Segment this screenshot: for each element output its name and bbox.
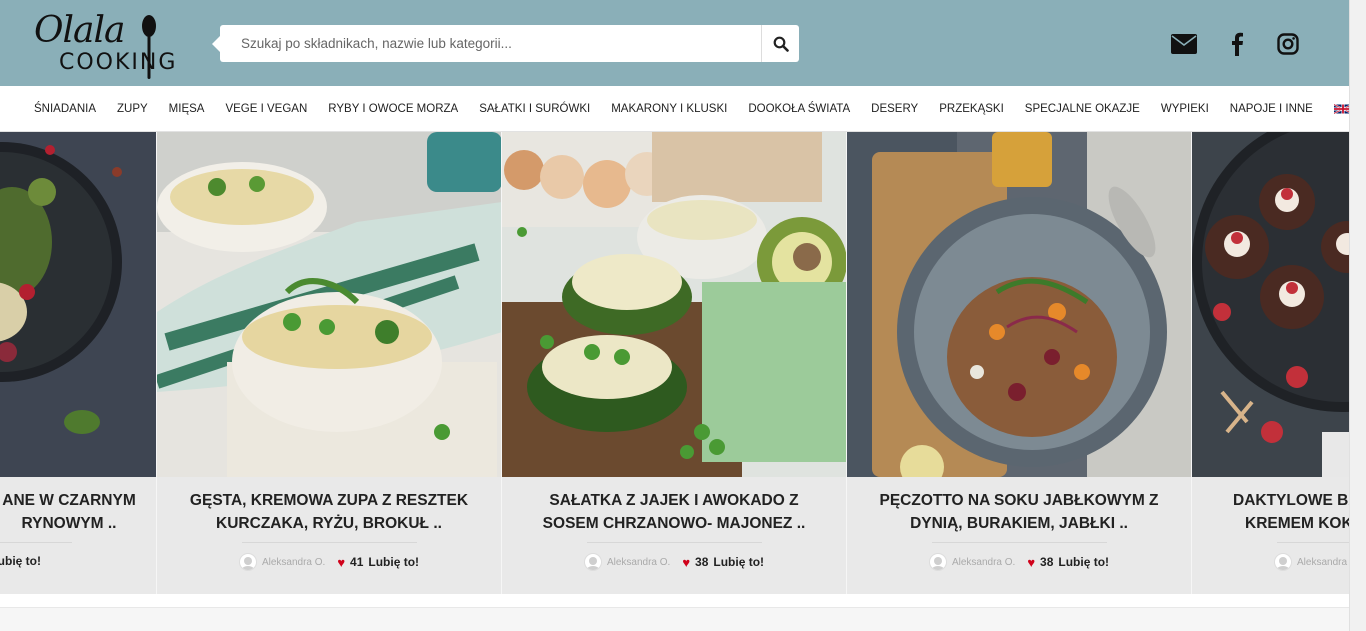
avatar <box>928 553 947 571</box>
recipe-title-line-1: SAŁATKA Z JAJEK I AWOKADO Z <box>549 492 799 509</box>
recipe-card[interactable]: ANE W CZARNYM RYNOWYM .. ♥ 42 Lubię to! <box>0 132 157 594</box>
heart-icon: ♥ <box>682 554 691 570</box>
nav-item-salatki[interactable]: SAŁATKI I SURÓWKI <box>479 103 590 115</box>
recipe-meta: Aleksandra O. <box>1192 553 1349 571</box>
nav-item-makarony[interactable]: MAKARONY I KLUSKI <box>611 103 727 115</box>
recipe-title-line-2: KREMEM KOK <box>1245 515 1349 532</box>
like-button[interactable]: ♥ 38 Lubię to! <box>682 555 764 570</box>
facebook-link[interactable] <box>1223 30 1251 58</box>
author-name: Aleksandra O. <box>1297 556 1349 568</box>
author[interactable]: Aleksandra O. <box>1274 553 1349 571</box>
author[interactable]: Aleksandra O. <box>928 553 1016 571</box>
divider <box>587 542 762 543</box>
nav-item-specjalne-okazje[interactable]: SPECJALNE OKAZJE <box>1025 103 1140 115</box>
recipe-title-line-2: SOSEM CHRZANOWO- MAJONEZ .. <box>542 515 806 532</box>
like-count: 38 <box>695 555 709 569</box>
nav-item-wypieki[interactable]: WYPIEKI <box>1161 103 1209 115</box>
divider <box>1277 542 1349 543</box>
recipe-image[interactable] <box>1192 132 1349 477</box>
author[interactable]: Aleksandra O. <box>238 553 326 571</box>
recipe-meta: Aleksandra O. ♥ 41 Lubię to! <box>157 553 501 571</box>
author-name: Aleksandra O. <box>951 556 1016 568</box>
recipe-title[interactable]: GĘSTA, KREMOWA ZUPA Z RESZTEK KURCZAKA, … <box>167 489 491 535</box>
nav-item-dookola-swiata[interactable]: DOOKOŁA ŚWIATA <box>748 103 850 115</box>
divider <box>0 542 72 543</box>
like-count: 41 <box>350 555 364 569</box>
page-footer-strip <box>0 594 1349 608</box>
recipe-title[interactable]: ANE W CZARNYM RYNOWYM .. <box>0 489 146 535</box>
recipe-carousel: ANE W CZARNYM RYNOWYM .. ♥ 42 Lubię to! <box>0 132 1349 594</box>
divider <box>932 542 1107 543</box>
author-name: Aleksandra O. <box>261 556 326 568</box>
like-label: Lubię to! <box>368 555 420 569</box>
search-bar <box>212 25 799 62</box>
recipe-title-line-1: DAKTYLOWE BA <box>1233 492 1349 509</box>
recipe-image[interactable] <box>502 132 846 477</box>
nav-item-zupy[interactable]: ZUPY <box>117 103 148 115</box>
search-input[interactable] <box>220 25 760 62</box>
search-icon <box>773 36 789 52</box>
nav-item-napoje[interactable]: NAPOJE I INNE <box>1230 103 1313 115</box>
avatar <box>583 553 602 571</box>
nav-item-ryby[interactable]: RYBY I OWOCE MORZA <box>328 103 458 115</box>
recipe-title[interactable]: PĘCZOTTO NA SOKU JABŁKOWYM Z DYNIĄ, BURA… <box>857 489 1181 535</box>
recipe-meta: Aleksandra O. ♥ 38 Lubię to! <box>847 553 1191 571</box>
main-navigation: ŚNIADANIA ZUPY MIĘSA VEGE I VEGAN RYBY I… <box>0 86 1352 132</box>
nav-item-przekaski[interactable]: PRZEKĄSKI <box>939 103 1004 115</box>
nav-item-miesa[interactable]: MIĘSA <box>169 103 205 115</box>
nav-item-sniadania[interactable]: ŚNIADANIA <box>34 103 96 115</box>
like-button[interactable]: ♥ 38 Lubię to! <box>1027 555 1109 570</box>
recipe-title[interactable]: SAŁATKA Z JAJEK I AWOKADO Z SOSEM CHRZAN… <box>512 489 836 535</box>
recipe-card[interactable]: GĘSTA, KREMOWA ZUPA Z RESZTEK KURCZAKA, … <box>157 132 502 594</box>
facebook-icon <box>1232 32 1243 56</box>
author[interactable]: Aleksandra O. <box>583 553 671 571</box>
like-label: Lubię to! <box>713 555 765 569</box>
like-label: Lubię to! <box>1058 555 1110 569</box>
search-button[interactable] <box>761 25 799 62</box>
recipe-meta: ♥ 42 Lubię to! <box>0 553 156 568</box>
page: Olala COOKING Szukaj po składnikach, naz… <box>0 0 1366 631</box>
recipe-title-line-1: GĘSTA, KREMOWA ZUPA Z RESZTEK <box>189 492 469 509</box>
recipe-card[interactable]: DAKTYLOWE BA KREMEM KOK Aleksandra O. <box>1192 132 1349 594</box>
recipe-title-line-1: ANE W CZARNYM <box>2 492 136 509</box>
heart-icon: ♥ <box>1027 554 1036 570</box>
recipe-title-line-2: DYNIĄ, BURAKIEM, JABŁKI .. <box>910 515 1128 532</box>
logo-script-text: Olala <box>34 10 125 51</box>
recipe-meta: Aleksandra O. ♥ 38 Lubię to! <box>502 553 846 571</box>
avatar <box>238 553 257 571</box>
author-name: Aleksandra O. <box>606 556 671 568</box>
site-logo[interactable]: Olala COOKING <box>32 10 194 82</box>
instagram-icon <box>1277 33 1299 55</box>
recipe-image[interactable] <box>0 132 156 477</box>
like-button[interactable]: ♥ 41 Lubię to! <box>337 555 419 570</box>
site-header: Olala COOKING <box>0 0 1349 86</box>
like-count: 38 <box>1040 555 1054 569</box>
recipe-title[interactable]: DAKTYLOWE BA KREMEM KOK <box>1202 489 1349 535</box>
heart-icon: ♥ <box>337 554 346 570</box>
recipe-card[interactable]: PĘCZOTTO NA SOKU JABŁKOWYM Z DYNIĄ, BURA… <box>847 132 1192 594</box>
recipe-title-line-2: RYNOWYM .. <box>21 515 117 532</box>
envelope-icon <box>1171 34 1197 54</box>
instagram-link[interactable] <box>1274 30 1302 58</box>
recipe-image[interactable] <box>847 132 1191 477</box>
logo-word-text: COOKING <box>59 50 178 75</box>
nav-item-desery[interactable]: DESERY <box>871 103 918 115</box>
like-label: Lubię to! <box>0 553 41 568</box>
mail-link[interactable] <box>1170 30 1198 58</box>
recipe-card[interactable]: SAŁATKA Z JAJEK I AWOKADO Z SOSEM CHRZAN… <box>502 132 847 594</box>
avatar <box>1274 553 1292 571</box>
recipe-image[interactable] <box>157 132 501 477</box>
recipe-title-line-2: KURCZAKA, RYŻU, BROKUŁ .. <box>216 515 442 532</box>
like-button[interactable]: ♥ 42 Lubię to! <box>0 553 41 568</box>
divider <box>242 542 417 543</box>
nav-item-vege[interactable]: VEGE I VEGAN <box>225 103 307 115</box>
recipe-title-line-1: PĘCZOTTO NA SOKU JABŁKOWYM Z <box>879 492 1159 509</box>
vertical-scrollbar[interactable] <box>1349 0 1366 631</box>
